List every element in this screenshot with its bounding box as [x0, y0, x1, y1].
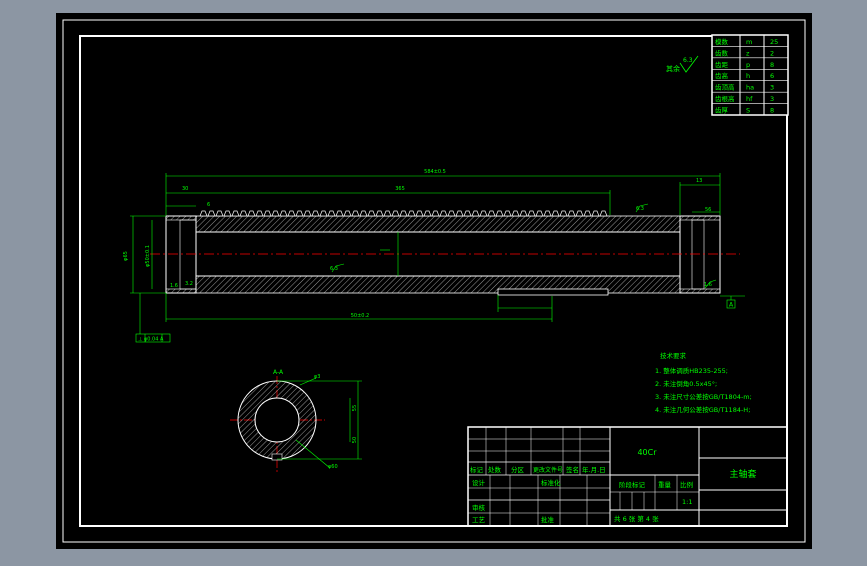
header-label: 分区	[511, 465, 525, 474]
weight-label: 重量	[658, 481, 672, 489]
dim-left-step: 30	[182, 186, 188, 192]
roughness-mark-e: 1.6	[704, 282, 712, 288]
param-label: 齿距	[715, 61, 729, 69]
review-label: 审核	[472, 503, 486, 512]
header-label: 年.月.日	[582, 465, 606, 474]
tech-req-item: 3. 未注尺寸公差按GB/T1804-m;	[655, 392, 752, 401]
header-label: 标记	[470, 465, 484, 474]
gear-parameter-table: 模数 m 25 齿数 z 2 齿距 p 8 齿高 h 6 齿顶高 ha 3 齿根高 hf 3 齿厚 S 8	[711, 34, 789, 116]
param-value: 3	[770, 84, 774, 92]
param-value: 3	[770, 95, 774, 103]
approve-label: 批准	[541, 515, 555, 524]
roughness-note-value: 6.3	[683, 57, 693, 64]
param-label: 齿高	[715, 71, 729, 80]
tech-req-title: 技术要求	[660, 351, 687, 360]
param-symbol: h	[746, 72, 750, 80]
thread-teeth	[199, 210, 608, 217]
scale-value: 1:1	[682, 498, 692, 506]
tech-req-item: 2. 未注倒角0.5x45°;	[655, 379, 717, 388]
tolerance-frame-text: ⊥ φ0.04 A	[138, 337, 164, 343]
param-value: 25	[770, 38, 778, 46]
dim-right-small: 56	[705, 207, 711, 213]
param-value: 8	[770, 107, 774, 115]
param-symbol: p	[746, 61, 750, 69]
dim-overall-length: 584±0.5	[424, 169, 446, 175]
keyway-slot	[497, 288, 609, 296]
param-symbol: S	[746, 107, 750, 115]
roughness-note-label: 其余	[666, 64, 680, 73]
upper-wall-section	[195, 215, 681, 233]
section-dim-r: φ3	[314, 374, 320, 380]
tech-req-item: 4. 未注几何公差按GB/T1184-H;	[655, 405, 750, 414]
material-text: 40Cr	[637, 448, 657, 457]
param-label: 齿顶高	[715, 83, 735, 92]
section-label: A-A	[273, 369, 284, 376]
scale-label: 比例	[680, 480, 693, 489]
section-dim-h2: 50	[352, 437, 358, 443]
param-value: 6	[770, 72, 774, 80]
part-name-text: 主轴套	[729, 468, 756, 480]
cad-drawing-window: 模数 m 25 齿数 z 2 齿距 p 8 齿高 h 6 齿顶高 ha 3 齿根高 hf 3 齿厚 S 8 其余 6.3…	[0, 0, 867, 562]
section-bore-circle	[254, 397, 300, 443]
dim-left-small: 6	[207, 202, 210, 208]
header-label: 处数	[488, 465, 502, 474]
design-label: 设计	[472, 478, 486, 487]
param-label: 模数	[715, 37, 729, 46]
param-symbol: m	[746, 38, 752, 46]
roughness-mark-d: 6.3	[636, 206, 644, 212]
tech-req-item: 1. 整体调质HB235-255;	[655, 366, 728, 375]
header-label: 更改文件号	[533, 466, 563, 474]
dim-thread-length: 365	[395, 186, 405, 192]
dim-diameter-outer: φ65	[123, 251, 129, 261]
param-value: 2	[770, 49, 774, 57]
sheet-info: 共 6 张 第 4 张	[614, 514, 659, 523]
standardize-label: 标准化	[541, 478, 561, 487]
process-label: 工艺	[472, 516, 486, 524]
header-label: 签名	[566, 465, 579, 474]
param-symbol: z	[746, 49, 750, 57]
section-dim-h1: 55	[352, 405, 358, 411]
roughness-mark-b: 3.2	[185, 281, 193, 287]
roughness-mark-a: 1.6	[170, 283, 178, 289]
section-dim-d: φ60	[328, 464, 338, 470]
param-symbol: ha	[746, 84, 754, 92]
dim-bottom-length: 50±0.2	[351, 313, 370, 319]
param-label: 齿厚	[715, 107, 729, 115]
dim-diameter-mid: φ50±0.1	[145, 245, 151, 267]
mark-label: 阶段标记	[619, 480, 646, 489]
param-value: 8	[770, 61, 774, 69]
param-symbol: hf	[746, 95, 753, 103]
dim-right-end: 13	[696, 178, 702, 184]
param-label: 齿数	[715, 48, 729, 57]
drawing-canvas: 模数 m 25 齿数 z 2 齿距 p 8 齿高 h 6 齿顶高 ha 3 齿根高 hf 3 齿厚 S 8 其余 6.3…	[56, 13, 812, 549]
param-label: 齿根高	[715, 94, 735, 103]
